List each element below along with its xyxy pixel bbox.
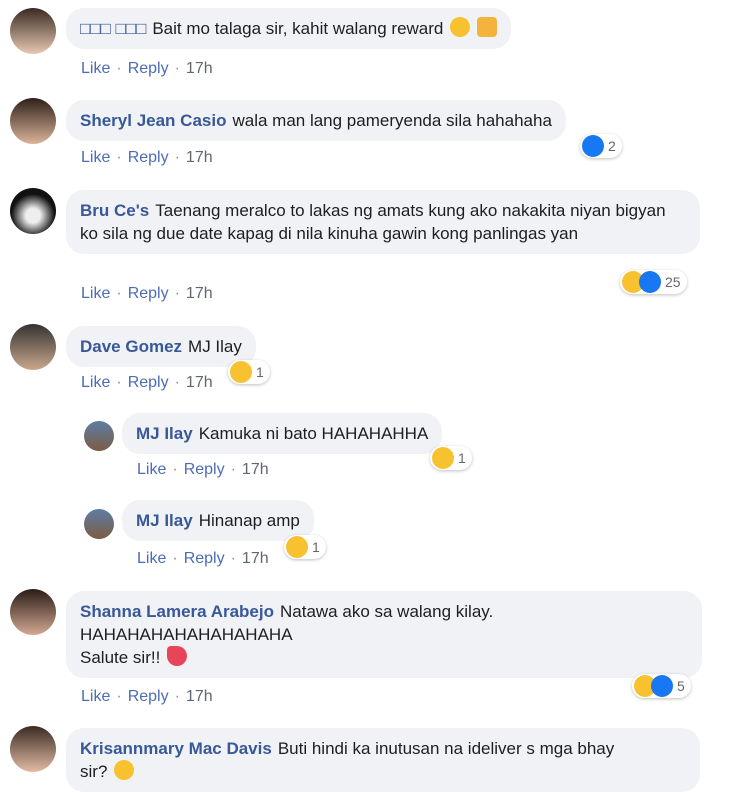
avatar[interactable] [10,188,56,234]
comment-actions: Like · Reply · 17h [81,60,213,77]
timestamp[interactable]: 17h [242,550,269,567]
comment-author[interactable]: MJ Ilay [136,424,193,443]
comment-bubble: Krisannmary Mac Davis Buti hindi ka inutu… [66,728,700,792]
like-link[interactable]: Like [81,60,110,77]
reply-bubble: MJ Ilay Hinanap amp [122,500,314,541]
reaction-badge[interactable]: 1 [284,535,326,559]
comment-bubble: □□□ □□□ Bait mo talaga sir, kahit walang … [66,8,511,49]
avatar[interactable] [10,8,56,54]
comment-bubble: Shanna Lamera Arabejo Natawa ako sa walan… [66,591,702,678]
comment-actions: Like · Reply · 17h [137,461,269,478]
reaction-count: 1 [256,364,264,380]
comment-text: Buti hindi ka inutusan na ideliver s mga… [277,739,615,758]
comment-text: wala man lang pameryenda sila hahahaha [232,111,552,130]
timestamp[interactable]: 17h [186,60,213,77]
comment-bubble: Bru Ce's Taenang meralco to lakas ng amat… [66,190,700,254]
reply-bubble: MJ Ilay Kamuka ni bato HAHAHAHHA [122,413,443,454]
comment-text-line: sir? [80,762,108,781]
avatar[interactable] [10,589,56,635]
reaction-count: 1 [312,539,320,555]
like-link[interactable]: Like [81,688,110,705]
reaction-count: 5 [677,678,685,694]
timestamp[interactable]: 17h [242,461,269,478]
comment-bubble: Sheryl Jean Casio wala man lang pameryend… [66,100,566,141]
reply-link[interactable]: Reply [128,149,169,166]
avatar[interactable] [84,509,114,539]
like-link[interactable]: Like [81,149,110,166]
reaction-badge[interactable]: 5 [632,674,691,698]
comment-text-line: Salute sir!! [80,648,161,667]
comment-text: Natawa ako sa walang kilay. [280,602,494,621]
reaction-badge[interactable]: 1 [228,360,270,384]
comment-author[interactable]: Sheryl Jean Casio [80,111,226,130]
laughing-emoji-icon [114,760,135,780]
comment-author[interactable]: Dave Gomez [80,337,182,356]
timestamp[interactable]: 17h [186,285,213,302]
like-link[interactable]: Like [137,550,166,567]
reply-link[interactable]: Reply [128,374,169,391]
avatar[interactable] [10,726,56,772]
reaction-badge[interactable]: 2 [580,134,622,158]
comment-actions: Like · Reply · 17h [81,149,213,166]
avatar[interactable] [84,421,114,451]
like-reaction-icon [582,135,604,157]
comment-text: Kamuka ni bato HAHAHAHHA [198,424,429,443]
avatar[interactable] [10,324,56,370]
reply-link[interactable]: Reply [128,688,169,705]
comment-author[interactable]: MJ Ilay [136,511,193,530]
sad-reaction-icon [230,361,252,383]
like-link[interactable]: Like [81,285,110,302]
timestamp[interactable]: 17h [186,374,213,391]
reply-link[interactable]: Reply [184,461,225,478]
comment-text: Taenang meralco to lakas ng amats kung a… [80,201,666,243]
comment-author[interactable]: Krisannmary Mac Davis [80,739,272,758]
reply-link[interactable]: Reply [128,60,169,77]
timestamp[interactable]: 17h [186,149,213,166]
like-reaction-icon [651,675,673,697]
haha-reaction-icon [432,447,454,469]
comment-author[interactable]: □□□ □□□ [80,19,146,38]
comment-author[interactable]: Bru Ce's [80,201,149,220]
heart-emoji-icon [167,646,188,666]
reaction-badge[interactable]: 25 [620,270,687,294]
reaction-count: 2 [608,138,616,154]
reaction-count: 1 [458,450,466,466]
comment-text: Bait mo talaga sir, kahit walang reward [152,19,444,38]
comment-actions: Like · Reply · 17h [81,285,213,302]
like-link[interactable]: Like [81,374,110,391]
reply-link[interactable]: Reply [184,550,225,567]
reaction-count: 25 [665,274,681,290]
timestamp[interactable]: 17h [186,688,213,705]
thumbs-up-emoji-icon [476,17,497,37]
comment-actions: Like · Reply · 17h [137,550,269,567]
comment-actions: Like · Reply · 17h [81,374,213,391]
haha-reaction-icon [286,536,308,558]
comment-actions: Like · Reply · 17h [81,688,213,705]
comment-text: MJ Ilay [188,337,242,356]
comment-author[interactable]: Shanna Lamera Arabejo [80,602,274,621]
avatar[interactable] [10,98,56,144]
comment-bubble: Dave Gomez MJ Ilay [66,326,256,367]
smile-emoji-icon [450,17,471,37]
like-reaction-icon [639,271,661,293]
reaction-badge[interactable]: 1 [430,446,472,470]
reply-link[interactable]: Reply [128,285,169,302]
comment-text-line: HAHAHAHAHAHAHAHAHA [80,625,293,644]
like-link[interactable]: Like [137,461,166,478]
comment-text: Hinanap amp [198,511,300,530]
